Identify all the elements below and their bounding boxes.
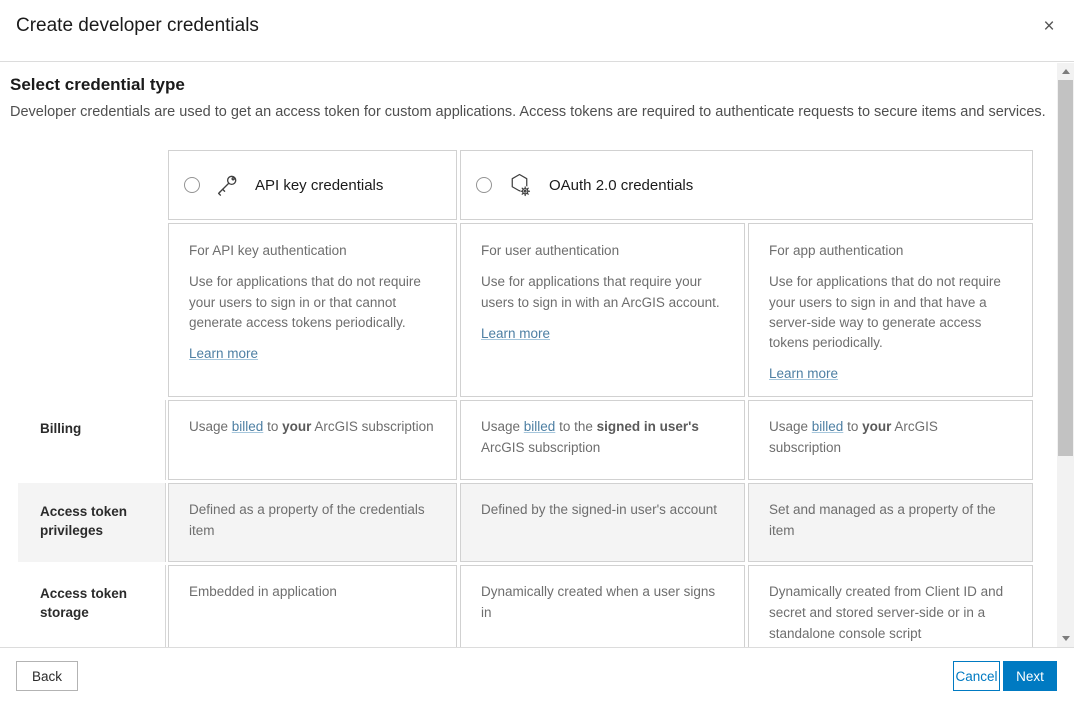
back-button[interactable]: Back <box>16 661 78 691</box>
create-developer-credentials-dialog: Create developer credentials × Select cr… <box>0 0 1074 705</box>
oauth-user-description-cell: For user authentication Use for applicat… <box>460 223 745 397</box>
scroll-down-arrow-icon[interactable] <box>1057 630 1074 647</box>
bold-text: your <box>862 419 891 434</box>
oauth-app-description-cell: For app authentication Use for applicati… <box>748 223 1033 397</box>
privileges-cell-app: Set and managed as a property of the ite… <box>748 483 1033 562</box>
scrollbar-thumb[interactable] <box>1058 80 1073 456</box>
dialog-footer: Back Cancel Next <box>0 647 1074 705</box>
scroll-up-arrow-icon[interactable] <box>1057 63 1074 80</box>
dialog-header: Create developer credentials × <box>0 0 1074 62</box>
option-card-api-key[interactable]: API key credentials <box>168 150 457 220</box>
api-key-auth-type: For API key authentication <box>189 241 436 261</box>
cancel-button[interactable]: Cancel <box>953 661 1000 691</box>
app-auth-learn-more-link[interactable]: Learn more <box>769 366 838 381</box>
privileges-cell-api-key: Defined as a property of the credentials… <box>168 483 457 562</box>
key-icon <box>213 172 240 199</box>
oauth-radio[interactable] <box>476 177 492 193</box>
api-key-option-label: API key credentials <box>255 177 383 194</box>
dialog-title: Create developer credentials <box>16 15 259 37</box>
row-label-access-token-storage: Access token storage <box>18 565 166 647</box>
billed-link[interactable]: billed <box>524 419 556 434</box>
vertical-scrollbar[interactable] <box>1057 63 1074 647</box>
option-card-oauth[interactable]: OAuth 2.0 credentials <box>460 150 1033 220</box>
bold-text: signed in user's <box>597 419 699 434</box>
api-key-auth-body: Use for applications that do not require… <box>189 272 436 333</box>
app-auth-type: For app authentication <box>769 241 1012 261</box>
storage-cell-user: Dynamically created when a user signs in <box>460 565 745 647</box>
user-auth-learn-more-link[interactable]: Learn more <box>481 326 550 341</box>
row-label-access-token-privileges: Access token privileges <box>18 483 166 562</box>
user-auth-type: For user authentication <box>481 241 724 261</box>
section-description: Developer credentials are used to get an… <box>10 102 1050 123</box>
bold-text: your <box>282 419 311 434</box>
billing-cell-user: Usage billed to the signed in user's Arc… <box>460 400 745 480</box>
billed-link[interactable]: billed <box>812 419 844 434</box>
billing-cell-app: Usage billed to your ArcGIS subscription <box>748 400 1033 480</box>
api-key-learn-more-link[interactable]: Learn more <box>189 346 258 361</box>
api-key-description-cell: For API key authentication Use for appli… <box>168 223 457 397</box>
oauth-option-label: OAuth 2.0 credentials <box>549 177 693 194</box>
next-button[interactable]: Next <box>1003 661 1057 691</box>
app-auth-body: Use for applications that do not require… <box>769 272 1012 353</box>
storage-cell-app: Dynamically created from Client ID and s… <box>748 565 1033 647</box>
privileges-cell-user: Defined by the signed-in user's account <box>460 483 745 562</box>
close-icon[interactable]: × <box>1036 14 1062 40</box>
user-auth-body: Use for applications that require your u… <box>481 272 724 313</box>
section-heading: Select credential type <box>10 75 185 95</box>
row-label-billing: Billing <box>18 400 166 480</box>
oauth-app-gear-icon <box>505 171 534 200</box>
billing-cell-api-key: Usage billed to your ArcGIS subscription <box>168 400 457 480</box>
billed-link[interactable]: billed <box>232 419 264 434</box>
api-key-radio[interactable] <box>184 177 200 193</box>
storage-cell-api-key: Embedded in application <box>168 565 457 647</box>
